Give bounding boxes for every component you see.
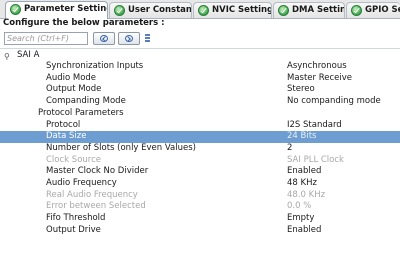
check-circle-icon bbox=[351, 5, 362, 16]
arrow-left-icon bbox=[100, 35, 108, 42]
param-value: 48 KHz bbox=[287, 178, 317, 188]
param-value: Master Receive bbox=[287, 72, 353, 83]
search-input[interactable]: Search (Ctrl+F) bbox=[4, 32, 88, 45]
search-next-button[interactable] bbox=[118, 32, 140, 45]
tab-label: GPIO Sett bbox=[365, 5, 400, 15]
param-row-output-mode[interactable]: Output Mode Stereo bbox=[0, 84, 400, 96]
param-value: I2S Standard bbox=[287, 119, 342, 130]
arrow-right-icon bbox=[125, 35, 133, 42]
param-label: Number of Slots (only Even Values) bbox=[46, 142, 196, 153]
tab-label: Parameter Settings bbox=[24, 4, 107, 14]
param-value: SAI PLL Clock bbox=[287, 154, 344, 165]
param-label: Companding Mode bbox=[46, 96, 126, 107]
param-row-master-clock-no-divider[interactable]: Master Clock No Divider Enabled bbox=[0, 166, 400, 178]
tab-bar: Parameter Settings User Constants NVIC S… bbox=[0, 0, 400, 19]
param-value: Empty bbox=[287, 213, 315, 224]
check-circle-icon bbox=[10, 4, 21, 15]
param-value: 48.0 KHz bbox=[287, 189, 326, 200]
param-value: Enabled bbox=[287, 224, 322, 235]
param-value[interactable]: 24 Bits bbox=[287, 131, 316, 143]
tab-label: DMA Settings bbox=[292, 5, 344, 15]
tab-dma-settings[interactable]: DMA Settings bbox=[273, 2, 345, 18]
param-group-label: Protocol Parameters bbox=[38, 107, 124, 118]
param-label: Real Audio Frequency bbox=[46, 189, 138, 200]
tab-label: NVIC Settings bbox=[212, 5, 272, 15]
param-value: 2 bbox=[287, 142, 293, 153]
param-row-fifo-threshold[interactable]: Fifo Threshold Empty bbox=[0, 213, 400, 225]
check-circle-icon bbox=[114, 5, 125, 16]
tab-label: User Constants bbox=[128, 5, 192, 15]
param-label: Error between Selected bbox=[46, 201, 146, 212]
param-row-data-size[interactable]: Data Size 24 Bits bbox=[0, 131, 400, 143]
param-row-real-audio-frequency: Real Audio Frequency 48.0 KHz bbox=[0, 190, 400, 202]
param-value: No companding mode bbox=[287, 96, 381, 107]
param-group-protocol-parameters[interactable]: Protocol Parameters bbox=[0, 108, 400, 120]
tree-group-sai-a[interactable]: ⚲ SAI A bbox=[0, 49, 400, 61]
list-options-icon[interactable] bbox=[145, 34, 150, 43]
param-label: Audio Mode bbox=[46, 72, 97, 83]
group-label: SAI A bbox=[17, 50, 40, 60]
param-label: Master Clock No Divider bbox=[46, 166, 149, 177]
param-label: Protocol bbox=[46, 119, 81, 130]
param-row-error-between-selected: Error between Selected 0.0 % bbox=[0, 201, 400, 213]
search-previous-button[interactable] bbox=[93, 32, 115, 45]
tab-gpio-settings[interactable]: GPIO Sett bbox=[346, 2, 400, 18]
param-row-sync-inputs[interactable]: Synchronization Inputs Asynchronous bbox=[0, 61, 400, 73]
param-row-companding-mode[interactable]: Companding Mode No companding mode bbox=[0, 96, 400, 108]
tab-nvic-settings[interactable]: NVIC Settings bbox=[193, 2, 272, 18]
param-label: Clock Source bbox=[46, 154, 101, 165]
param-row-audio-mode[interactable]: Audio Mode Master Receive bbox=[0, 73, 400, 85]
param-value: Asynchronous bbox=[287, 61, 347, 71]
tab-parameter-settings[interactable]: Parameter Settings bbox=[5, 1, 108, 19]
param-value: Enabled bbox=[287, 166, 322, 177]
param-label: Fifo Threshold bbox=[46, 213, 106, 224]
tab-user-constants[interactable]: User Constants bbox=[109, 2, 192, 18]
param-label: Output Drive bbox=[46, 224, 101, 235]
configure-label: Configure the below parameters : bbox=[3, 18, 165, 28]
param-row-clock-source: Clock Source SAI PLL Clock bbox=[0, 155, 400, 167]
param-row-protocol[interactable]: Protocol I2S Standard bbox=[0, 120, 400, 132]
param-row-number-of-slots[interactable]: Number of Slots (only Even Values) 2 bbox=[0, 143, 400, 155]
check-circle-icon bbox=[278, 5, 289, 16]
param-label: Output Mode bbox=[46, 84, 102, 95]
param-value: Stereo bbox=[287, 84, 315, 95]
param-row-audio-frequency[interactable]: Audio Frequency 48 KHz bbox=[0, 178, 400, 190]
param-label: Synchronization Inputs bbox=[46, 61, 144, 71]
param-label: Audio Frequency bbox=[46, 178, 117, 188]
param-row-output-drive[interactable]: Output Drive Enabled bbox=[0, 225, 400, 237]
param-value: 0.0 % bbox=[287, 201, 312, 212]
param-label: Data Size bbox=[46, 131, 87, 142]
check-circle-icon bbox=[198, 5, 209, 16]
